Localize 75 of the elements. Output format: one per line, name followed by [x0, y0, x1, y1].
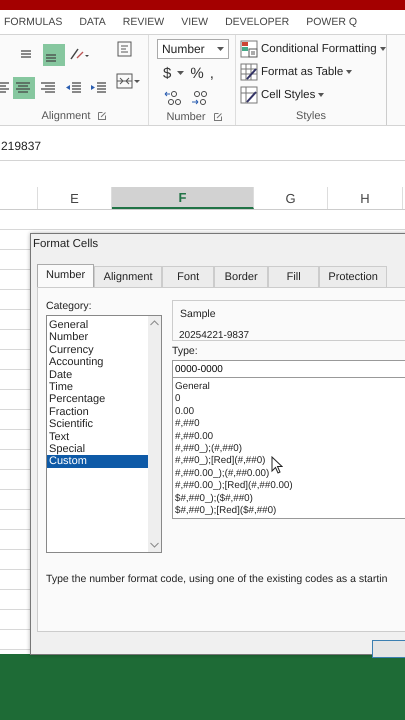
format-code-item[interactable]: #,##0 — [175, 418, 405, 431]
scroll-up-icon[interactable] — [150, 320, 159, 326]
caret-icon — [217, 47, 224, 51]
format-code-item[interactable]: #,##0_);[Red](#,##0) — [175, 455, 405, 468]
ribbon-tab[interactable]: REVIEW — [122, 14, 164, 30]
column-header[interactable]: F — [112, 187, 254, 209]
dialog-tab[interactable]: Font — [162, 266, 214, 287]
format-code-item[interactable]: $#,##0_);[Red]($#,##0) — [175, 505, 405, 518]
dialog-tab[interactable]: Number — [37, 264, 94, 287]
type-label: Type: — [172, 345, 199, 357]
conditional-formatting-icon — [240, 40, 258, 58]
merge-cells-icon[interactable] — [116, 71, 140, 91]
cell-brush-icon — [240, 86, 258, 104]
ribbon-tab[interactable]: DATA — [79, 14, 106, 30]
dialog-launcher-icon[interactable] — [98, 112, 106, 120]
styles-button[interactable]: Cell Styles — [240, 85, 386, 105]
mouse-pointer-icon — [271, 456, 283, 474]
caret-icon[interactable] — [177, 71, 184, 75]
category-item[interactable]: Scientific — [47, 418, 148, 431]
category-item[interactable]: Accounting — [47, 356, 148, 369]
format-code-item[interactable]: 0 — [175, 393, 405, 406]
formula-bar-value[interactable]: 219837 — [0, 139, 42, 153]
scroll-down-icon[interactable] — [150, 542, 159, 548]
styles-button[interactable]: Format as Table — [240, 62, 386, 82]
group-label: Styles — [296, 110, 326, 122]
align-center-icon[interactable] — [13, 77, 35, 99]
align-bottom-icon[interactable] — [43, 44, 65, 66]
dialog-launcher-icon[interactable] — [214, 113, 222, 121]
table-grid-icon — [240, 63, 258, 81]
ribbon-tab[interactable]: VIEW — [181, 14, 208, 30]
category-item[interactable]: Number — [47, 331, 148, 344]
format-code-item[interactable]: General — [175, 381, 405, 394]
category-item[interactable]: Text — [47, 430, 148, 444]
increase-decimal-icon[interactable] — [163, 89, 183, 107]
ribbon-tab[interactable]: FORMULAS — [4, 14, 62, 30]
sample-value: 20254221-9837 — [179, 330, 250, 341]
number-format-dropdown[interactable]: Number — [157, 39, 229, 59]
category-list[interactable]: General Number Currency Accounting Date Time Percentage Fraction Scientific Text Special Custom — [46, 315, 162, 553]
dialog-title: Format Cells — [31, 234, 405, 254]
styles-button[interactable]: Conditional Formatting — [240, 39, 386, 59]
category-item[interactable]: Special — [47, 443, 148, 456]
category-item[interactable]: Custom — [47, 455, 148, 468]
scrollbar[interactable] — [148, 316, 161, 552]
category-item[interactable]: Fraction — [47, 406, 148, 418]
dialog-tab[interactable]: Alignment — [94, 266, 162, 287]
caret-icon — [318, 93, 324, 97]
category-item[interactable]: Time — [47, 381, 148, 394]
format-code-item[interactable]: #,##0.00 — [175, 430, 405, 444]
category-item[interactable]: Currency — [47, 344, 148, 356]
percent-button[interactable]: % — [190, 64, 204, 82]
currency-button[interactable]: $ — [163, 64, 172, 82]
format-code-item[interactable]: $#,##0_);($#,##0) — [175, 492, 405, 506]
format-code-item[interactable]: 0.00 — [175, 406, 405, 418]
category-item[interactable]: Percentage — [47, 393, 148, 406]
dialog-tab[interactable]: Border — [214, 266, 268, 287]
sample-label: Sample — [179, 308, 217, 320]
comma-button[interactable]: , — [210, 64, 214, 82]
decrease-decimal-icon[interactable] — [189, 89, 209, 107]
format-code-list[interactable]: General 0 0.00 #,##0 #,##0.00 #,##0_);(#,##0) #,##0_);[Red](#,##0) #,##0.00_);(#,##0.00) #,##0.00_);[Red](#,##0.00) $#,##0_);($#,##0) $#,##0_);[Red]($#,##0) — [172, 378, 405, 519]
caret-icon — [346, 70, 352, 74]
dialog-tab[interactable]: Protection — [319, 266, 388, 287]
type-input-field[interactable]: 0000-0000 — [172, 360, 405, 378]
category-item[interactable]: General — [47, 319, 148, 332]
ribbon-tab[interactable]: DEVELOPER — [225, 14, 290, 30]
format-code-item[interactable]: #,##0_);(#,##0) — [175, 443, 405, 456]
group-label: Alignment — [42, 110, 90, 122]
caret-icon — [380, 47, 386, 51]
format-code-item[interactable]: #,##0.00_);[Red](#,##0.00) — [175, 480, 405, 493]
ribbon-tab[interactable]: POWER Q — [306, 14, 358, 30]
group-label: Number — [166, 111, 206, 123]
description-text: Type the number format code, using one of the existing codes as a startin — [46, 573, 388, 585]
category-label: Category: — [46, 300, 93, 312]
dialog-tab[interactable]: Fill — [268, 266, 320, 287]
format-code-item[interactable]: #,##0.00_);(#,##0.00) — [175, 468, 405, 480]
category-item[interactable]: Date — [47, 368, 148, 382]
